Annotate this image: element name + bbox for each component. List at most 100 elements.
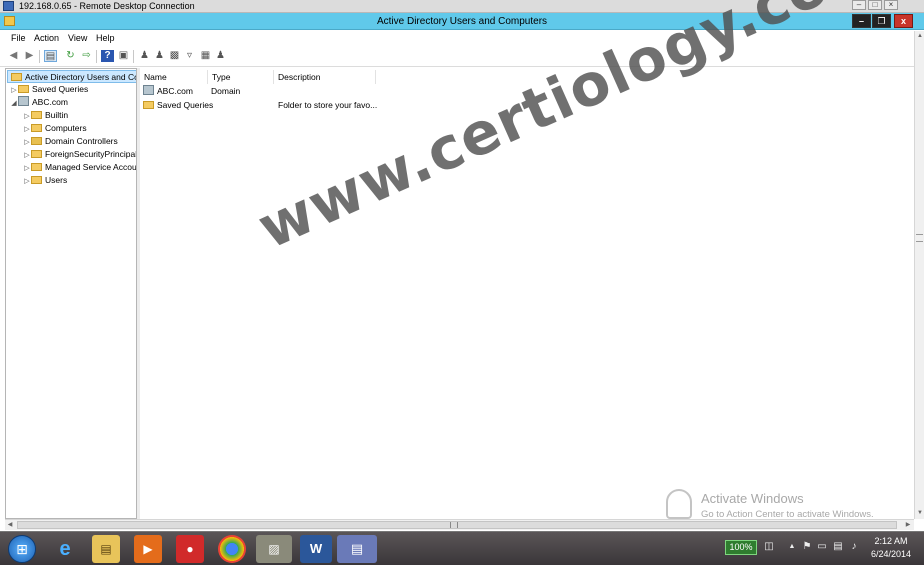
tree-item-label: Saved Queries	[32, 84, 89, 94]
start-button[interactable]: ⊞	[8, 535, 36, 563]
scroll-down-arrow-icon[interactable]: ▼	[916, 509, 924, 517]
volume-icon[interactable]: ♪	[848, 540, 860, 554]
domain-icon	[143, 85, 154, 95]
minimize-button[interactable]: –	[852, 14, 871, 28]
back-icon[interactable]: ◀	[7, 50, 20, 62]
tree-item-label: Builtin	[45, 110, 69, 120]
tree-item-label: ABC.com	[32, 97, 68, 107]
list-row-abc-com[interactable]: ABC.com	[143, 85, 193, 98]
row-name: Saved Queries	[157, 100, 214, 110]
export-list-icon[interactable]: ⇨	[80, 50, 93, 62]
toolbar-separator	[133, 50, 134, 63]
activate-windows-watermark: Activate Windows Go to Action Center to …	[666, 489, 874, 521]
folder-icon	[11, 73, 22, 81]
tree-item-saved-queries[interactable]: ▷ Saved Queries	[10, 83, 88, 96]
tree-item-label: Managed Service Accoun	[45, 162, 137, 172]
clock-time[interactable]: 2:12 AM	[862, 536, 920, 546]
menu-file[interactable]: File	[11, 33, 26, 43]
tree-item-computers[interactable]: ▷ Computers	[23, 122, 87, 135]
battery-indicator[interactable]: 100%	[725, 540, 757, 555]
tree-item-label: Domain Controllers	[45, 136, 118, 146]
column-header-description[interactable]: Description	[274, 70, 376, 84]
word-icon[interactable]: W	[300, 535, 332, 563]
folder-icon	[31, 176, 42, 184]
add-ou-icon[interactable]: ▩	[168, 50, 181, 62]
folder-icon	[31, 111, 42, 119]
chrome-icon[interactable]	[218, 535, 246, 563]
expand-arrow-icon[interactable]: ▷	[23, 175, 31, 188]
activate-windows-title: Activate Windows	[701, 491, 804, 506]
toolbar-separator	[96, 50, 97, 63]
toolbar-separator	[39, 50, 40, 63]
remote-desktop-icon	[3, 1, 14, 11]
photos-icon[interactable]: ▨	[256, 535, 292, 563]
tree-item-label: Users	[45, 175, 68, 185]
scroll-grip[interactable]	[916, 234, 923, 242]
show-console-tree-icon[interactable]: ▤	[44, 50, 57, 62]
list-row-saved-queries[interactable]: Saved Queries	[143, 99, 213, 112]
tree-item-users[interactable]: ▷ Users	[23, 174, 67, 187]
folder-icon	[18, 85, 29, 93]
tree-root-label: Active Directory Users and Com	[25, 72, 137, 82]
tree-root-item[interactable]: Active Directory Users and Com	[7, 70, 137, 83]
ou-folder-icon	[31, 137, 42, 145]
taskbar: ⊞ e ▤ ▶ ● ▨ W ▤ 100% ◫ ▲ ⚑ ▭ ▤ ♪ 2:12 AM…	[0, 531, 924, 565]
rdp-title: 192.168.0.65 - Remote Desktop Connection	[19, 1, 195, 11]
horizontal-scrollbar[interactable]: ◀ ▶	[5, 519, 914, 530]
close-button[interactable]: x	[894, 14, 913, 28]
network-icon[interactable]: ▤	[832, 540, 844, 554]
domain-icon	[18, 96, 29, 106]
tree-item-managed-service-accounts[interactable]: ▷ Managed Service Accoun	[23, 161, 137, 174]
folder-icon	[143, 101, 154, 109]
forward-icon[interactable]: ▶	[23, 50, 36, 62]
collapse-arrow-icon[interactable]: ◢	[10, 97, 18, 110]
column-header-name[interactable]: Name	[140, 70, 208, 84]
scroll-left-arrow-icon[interactable]: ◀	[6, 521, 14, 529]
battery-icon[interactable]: ◫	[763, 540, 775, 554]
action-center-flag-icon[interactable]: ⚑	[801, 540, 813, 554]
add-group-icon[interactable]: ♟	[153, 50, 166, 62]
menu-view[interactable]: View	[68, 33, 87, 43]
rdp-close-button[interactable]: ×	[884, 0, 898, 10]
remote-desktop-icon[interactable]: ▤	[337, 535, 377, 563]
clock-date[interactable]: 6/24/2014	[862, 549, 920, 559]
security-app-icon[interactable]: ●	[176, 535, 204, 563]
vertical-scrollbar[interactable]: ▲ ▼	[914, 31, 924, 519]
add-user-icon[interactable]: ♟	[138, 50, 151, 62]
tree-item-label: Computers	[45, 123, 87, 133]
restore-button[interactable]: ❐	[872, 14, 891, 28]
folder-icon	[31, 163, 42, 171]
tree-item-builtin[interactable]: ▷ Builtin	[23, 109, 68, 122]
activate-windows-subtitle: Go to Action Center to activate Windows.	[701, 509, 874, 520]
rdp-restore-button[interactable]: □	[868, 0, 882, 10]
show-hidden-icons-icon[interactable]: ▲	[786, 540, 798, 554]
toolbar: ◀ ▶ ▤ ↻ ⇨ ? ▣ ♟ ♟ ▩ ▿ ▦ ♟	[0, 46, 914, 67]
media-player-icon[interactable]: ▶	[134, 535, 162, 563]
scroll-up-arrow-icon[interactable]: ▲	[916, 32, 924, 40]
menu-help[interactable]: Help	[96, 33, 115, 43]
folder-icon	[31, 124, 42, 132]
find-icon[interactable]: ▦	[199, 50, 212, 62]
power-icon[interactable]: ▭	[816, 540, 828, 554]
scroll-grip[interactable]	[450, 522, 458, 528]
help-icon[interactable]: ?	[101, 50, 114, 62]
tree-item-foreign-security-principals[interactable]: ▷ ForeignSecurityPrincipals	[23, 148, 137, 161]
folder-icon	[31, 150, 42, 158]
tree-item-label: ForeignSecurityPrincipals	[45, 149, 137, 159]
internet-explorer-icon[interactable]: e	[51, 535, 79, 563]
tree-item-abc-com[interactable]: ◢ ABC.com	[10, 96, 68, 109]
properties-icon[interactable]: ▣	[117, 50, 130, 62]
row-name: ABC.com	[157, 86, 193, 96]
scroll-right-arrow-icon[interactable]: ▶	[904, 521, 912, 529]
add-to-group-icon[interactable]: ♟	[214, 50, 227, 62]
file-explorer-icon[interactable]: ▤	[92, 535, 120, 563]
menu-action[interactable]: Action	[34, 33, 59, 43]
console-tree[interactable]: Active Directory Users and Com ▷ Saved Qu…	[5, 68, 137, 519]
row-type: Domain	[211, 86, 241, 96]
row-description: Folder to store your favo...	[278, 100, 378, 110]
key-icon	[666, 489, 692, 519]
tree-item-domain-controllers[interactable]: ▷ Domain Controllers	[23, 135, 118, 148]
column-header-type[interactable]: Type	[208, 70, 274, 84]
filter-icon[interactable]: ▿	[183, 50, 196, 62]
refresh-icon[interactable]: ↻	[64, 50, 77, 62]
